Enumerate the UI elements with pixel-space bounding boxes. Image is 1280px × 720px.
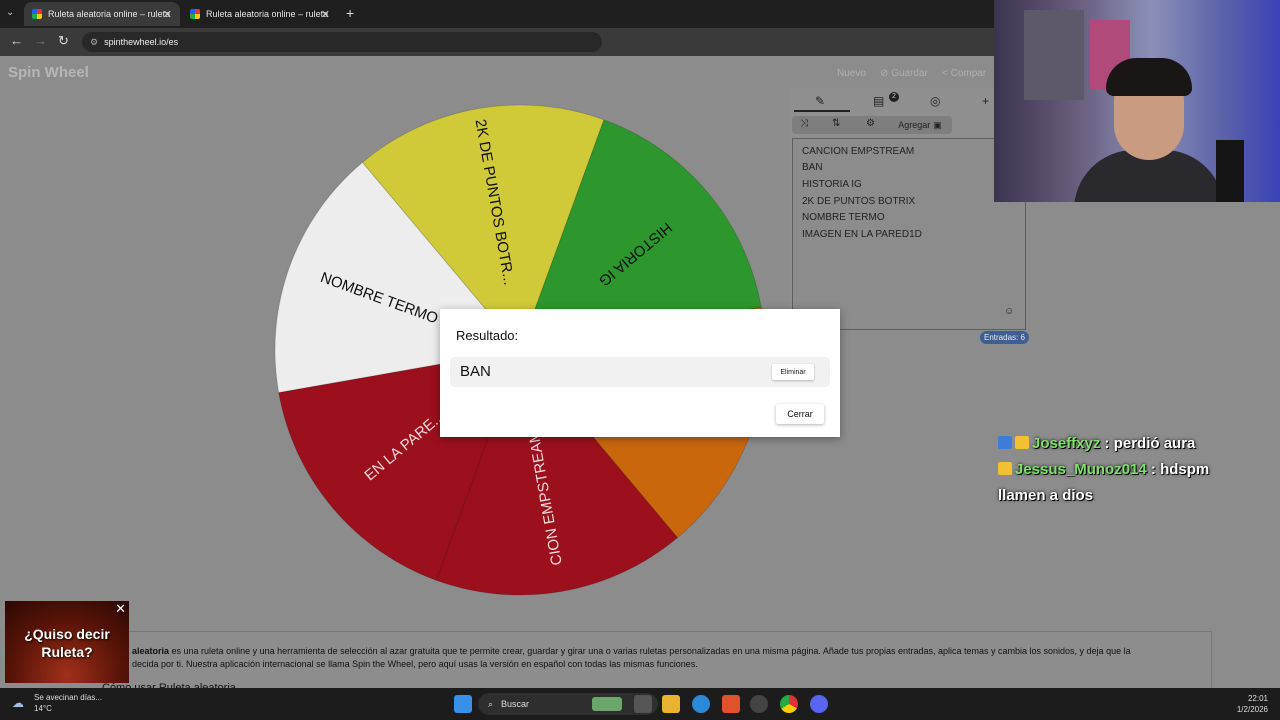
close-icon[interactable]: ✕: [115, 601, 126, 617]
widgets-icon[interactable]: [592, 697, 622, 711]
chat-message: Jessus_Munoz014 : hdspm llamen a dios: [998, 457, 1238, 509]
sort-icon[interactable]: ⇅: [832, 118, 840, 129]
save-link-label: Guardar: [891, 68, 928, 79]
file-explorer-icon[interactable]: [662, 695, 680, 713]
remove-button[interactable]: Eliminar: [772, 364, 814, 380]
add-image-button[interactable]: Agregar ▣: [890, 117, 950, 133]
chat-message: Joseffxyz : perdió aura: [998, 431, 1268, 457]
chat-text: : perdió aura: [1104, 435, 1196, 452]
windows-start-icon[interactable]: [454, 695, 472, 713]
hide-eye-icon[interactable]: ◎: [930, 94, 940, 108]
weather-icon[interactable]: ☁: [12, 696, 24, 710]
favicon-icon: [190, 9, 200, 19]
chat-username: Joseffxyz: [1032, 435, 1101, 452]
image-icon: ▣: [933, 119, 942, 130]
url-field[interactable]: ⚙ spinthewheel.io/es: [82, 32, 602, 52]
site-info-icon[interactable]: ⚙: [90, 37, 98, 48]
webcam-person-hair: [1106, 58, 1192, 96]
tab-title: Ruleta aleatoria online – ruleta: [48, 9, 171, 19]
save-icon: ⊘: [880, 68, 892, 79]
stream-chat: Joseffxyz : perdió aura Jessus_Munoz014 …: [998, 431, 1268, 509]
entry-item[interactable]: BAN: [802, 162, 823, 173]
webcam-shelf: [1024, 10, 1084, 100]
add-wheel-icon[interactable]: +: [982, 94, 989, 108]
promo-text: ¿Quiso decir Ruleta?: [5, 625, 129, 661]
result-row: BAN Eliminar: [450, 357, 830, 387]
app-icon[interactable]: [750, 695, 768, 713]
weather-title: Se avecinan días...: [34, 693, 103, 702]
description-bold: aleatoria: [132, 646, 170, 656]
chat-username: Jessus_Munoz014: [1015, 461, 1147, 478]
entries-count-badge: Entradas: 6: [980, 331, 1029, 344]
active-tab-underline: [794, 110, 850, 112]
url-text: spinthewheel.io/es: [104, 37, 179, 47]
tab-search-chevron-icon[interactable]: ⌄: [6, 7, 14, 18]
clipboard-count-badge: 2: [889, 92, 899, 102]
brave-icon[interactable]: [722, 695, 740, 713]
close-button[interactable]: Cerrar: [776, 404, 824, 424]
site-logo[interactable]: Spin Wheel: [8, 64, 89, 81]
save-link[interactable]: ⊘ Guardar: [880, 68, 928, 79]
share-link[interactable]: < Compar: [942, 68, 986, 79]
promo-line2: Ruleta?: [41, 644, 93, 660]
crown-badge-icon: [998, 462, 1012, 475]
mod-badge-icon: [998, 436, 1012, 449]
image-settings-icon[interactable]: ⚙: [866, 118, 875, 129]
add-image-label: Agregar: [898, 120, 931, 130]
description-line2: decida por ti. Nuestra aplicación intern…: [132, 659, 698, 669]
close-tab-icon[interactable]: ✕: [321, 8, 330, 21]
emoji-icon[interactable]: ☺: [1004, 306, 1014, 317]
reload-icon[interactable]: ↻: [58, 33, 69, 49]
taskbar-search[interactable]: ⌕ Buscar: [478, 693, 658, 715]
browser-tab-active[interactable]: Ruleta aleatoria online – ruleta ✕: [24, 2, 180, 26]
new-link[interactable]: Nuevo: [837, 68, 866, 79]
tab-title: Ruleta aleatoria online – ruleta: [206, 9, 329, 19]
shuffle-icon[interactable]: ⤨: [800, 118, 808, 129]
weather-temp: 14°C: [34, 704, 52, 713]
description-text: aleatoria es una ruleta online y una her…: [132, 645, 1172, 671]
entry-item[interactable]: CANCION EMPSTREAM: [802, 146, 914, 157]
dialog-title: Resultado:: [456, 328, 519, 343]
edit-pencil-icon[interactable]: ✎: [815, 94, 825, 108]
crown-badge-icon: [1015, 436, 1029, 449]
entry-item[interactable]: NOMBRE TERMO: [802, 212, 885, 223]
promo-ad[interactable]: ✕ ¿Quiso decir Ruleta?: [5, 601, 129, 683]
weather-widget[interactable]: Se avecinan días... 14°C: [34, 692, 102, 714]
discord-icon[interactable]: [810, 695, 828, 713]
clock-date: 1/2/2026: [1236, 705, 1268, 714]
entry-item[interactable]: 2K DE PUNTOS BOTRIX: [802, 196, 915, 207]
webcam-overlay: [994, 0, 1280, 202]
entry-item[interactable]: HISTORIA IG: [802, 179, 862, 190]
taskbar-search-label: Buscar: [501, 699, 530, 709]
back-arrow-icon[interactable]: ←: [10, 33, 23, 48]
description-line1: es una ruleta online y una herramienta d…: [169, 646, 1131, 656]
webcam-microphone: [1216, 140, 1244, 202]
browser-tab[interactable]: Ruleta aleatoria online – ruleta ✕: [182, 2, 338, 26]
search-icon: ⌕: [488, 698, 494, 709]
entry-item[interactable]: IMAGEN EN LA PARED1D: [802, 229, 922, 240]
result-value: BAN: [460, 363, 491, 380]
favicon-icon: [32, 9, 42, 19]
edge-icon[interactable]: [692, 695, 710, 713]
share-link-label: Compar: [950, 68, 987, 79]
chrome-icon[interactable]: [780, 695, 798, 713]
task-view-icon[interactable]: [634, 695, 652, 713]
system-clock[interactable]: 22:01 1/2/2026: [1226, 693, 1268, 715]
result-dialog: Resultado: BAN Eliminar Cerrar: [440, 309, 840, 437]
close-tab-icon[interactable]: ✕: [163, 8, 172, 21]
clipboard-icon[interactable]: ▤: [873, 94, 884, 108]
forward-arrow-icon[interactable]: →: [34, 33, 47, 48]
share-icon: <: [942, 68, 951, 79]
promo-line1: ¿Quiso decir: [24, 626, 110, 642]
clock-time: 22:01: [1247, 694, 1268, 703]
new-tab-button[interactable]: +: [346, 5, 354, 21]
